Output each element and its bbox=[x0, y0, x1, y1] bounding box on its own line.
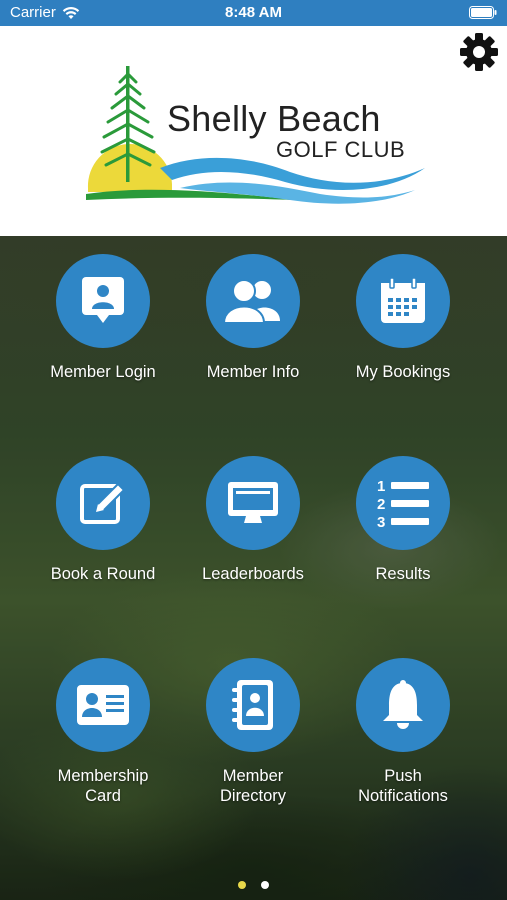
battery-icon bbox=[469, 6, 497, 23]
membership-card-label: Membership Card bbox=[57, 767, 149, 805]
address-book-icon bbox=[206, 658, 300, 752]
results-label: Results bbox=[375, 565, 431, 583]
push-notifications-button[interactable]: Push Notifications bbox=[328, 658, 478, 806]
member-login-label: Member Login bbox=[50, 363, 156, 381]
header: Shelly Beach GOLF CLUB bbox=[0, 26, 507, 236]
book-a-round-label: Book a Round bbox=[50, 565, 156, 583]
members-icon bbox=[206, 254, 300, 348]
member-info-label: Member Info bbox=[206, 363, 300, 381]
logo-subtitle: GOLF CLUB bbox=[276, 137, 406, 162]
member-info-button[interactable]: Member Info bbox=[178, 254, 328, 382]
menu-grid: Member Login Member Info My Bookings Boo… bbox=[0, 236, 507, 900]
svg-text:2: 2 bbox=[377, 496, 385, 513]
member-login-icon bbox=[56, 254, 150, 348]
status-bar: Carrier 8:48 AM bbox=[0, 0, 507, 26]
results-button[interactable]: 1 2 3 Results bbox=[328, 456, 478, 584]
page-dot[interactable] bbox=[260, 881, 269, 889]
book-a-round-button[interactable]: Book a Round bbox=[28, 456, 178, 584]
numbered-list-icon: 1 2 3 bbox=[356, 456, 450, 550]
calendar-icon bbox=[356, 254, 450, 348]
id-card-icon bbox=[56, 658, 150, 752]
leaderboards-button[interactable]: Leaderboards bbox=[178, 456, 328, 584]
clock: 8:48 AM bbox=[225, 4, 282, 21]
logo-title: Shelly Beach bbox=[167, 98, 381, 139]
membership-card-button[interactable]: Membership Card bbox=[28, 658, 178, 806]
monitor-icon bbox=[206, 456, 300, 550]
svg-text:1: 1 bbox=[377, 478, 385, 495]
edit-icon bbox=[56, 456, 150, 550]
page-indicator bbox=[0, 876, 507, 894]
svg-text:3: 3 bbox=[377, 514, 385, 529]
member-directory-button[interactable]: Member Directory bbox=[178, 658, 328, 806]
push-notifications-label: Push Notifications bbox=[358, 767, 448, 805]
my-bookings-label: My Bookings bbox=[355, 363, 451, 381]
my-bookings-button[interactable]: My Bookings bbox=[328, 254, 478, 382]
page-dot-active[interactable] bbox=[238, 881, 247, 889]
bell-icon bbox=[356, 658, 450, 752]
member-directory-label: Member Directory bbox=[219, 767, 286, 805]
gear-icon[interactable] bbox=[459, 32, 499, 72]
leaderboards-label: Leaderboards bbox=[202, 565, 304, 583]
member-login-button[interactable]: Member Login bbox=[28, 254, 178, 382]
